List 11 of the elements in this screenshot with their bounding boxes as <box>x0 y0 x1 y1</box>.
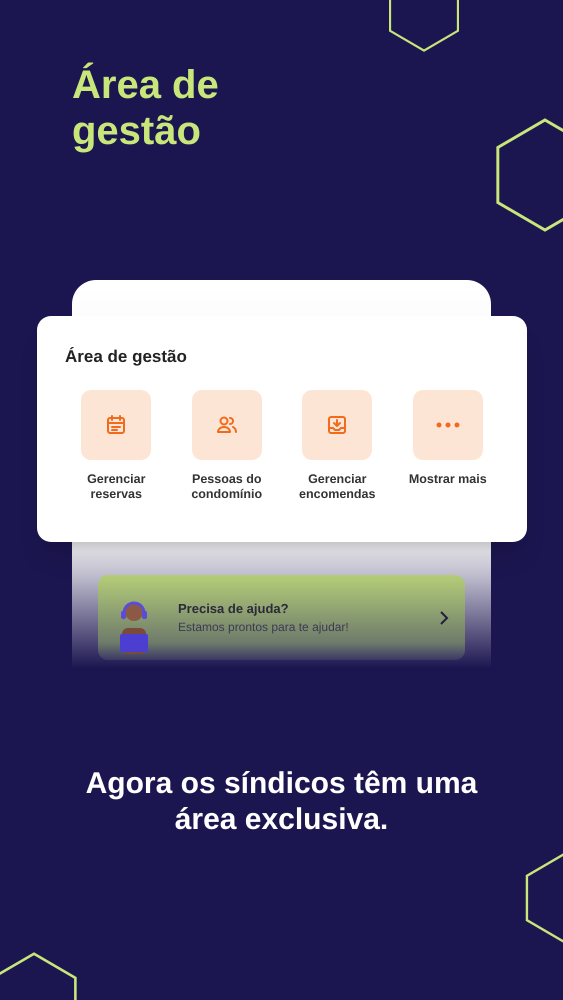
card-title: Área de gestão <box>65 346 188 368</box>
more-icon <box>434 420 462 428</box>
caption: Agora os síndicos têm uma área exclusiva. <box>84 766 478 838</box>
action-tile[interactable]: Gerenciar encomendas <box>286 390 388 502</box>
action-tile[interactable]: Gerenciar reservas <box>65 390 168 502</box>
action-tile[interactable]: Pessoas do condomínio <box>176 390 278 502</box>
action-tile[interactable]: Mostrar mais <box>396 390 499 502</box>
headline: Área de gestão <box>72 62 220 154</box>
chevron-right-icon[interactable] <box>439 610 449 626</box>
help-title: Precisa de ajuda? <box>178 600 290 618</box>
help-subtitle: Estamos prontos para te ajudar! <box>178 619 350 636</box>
